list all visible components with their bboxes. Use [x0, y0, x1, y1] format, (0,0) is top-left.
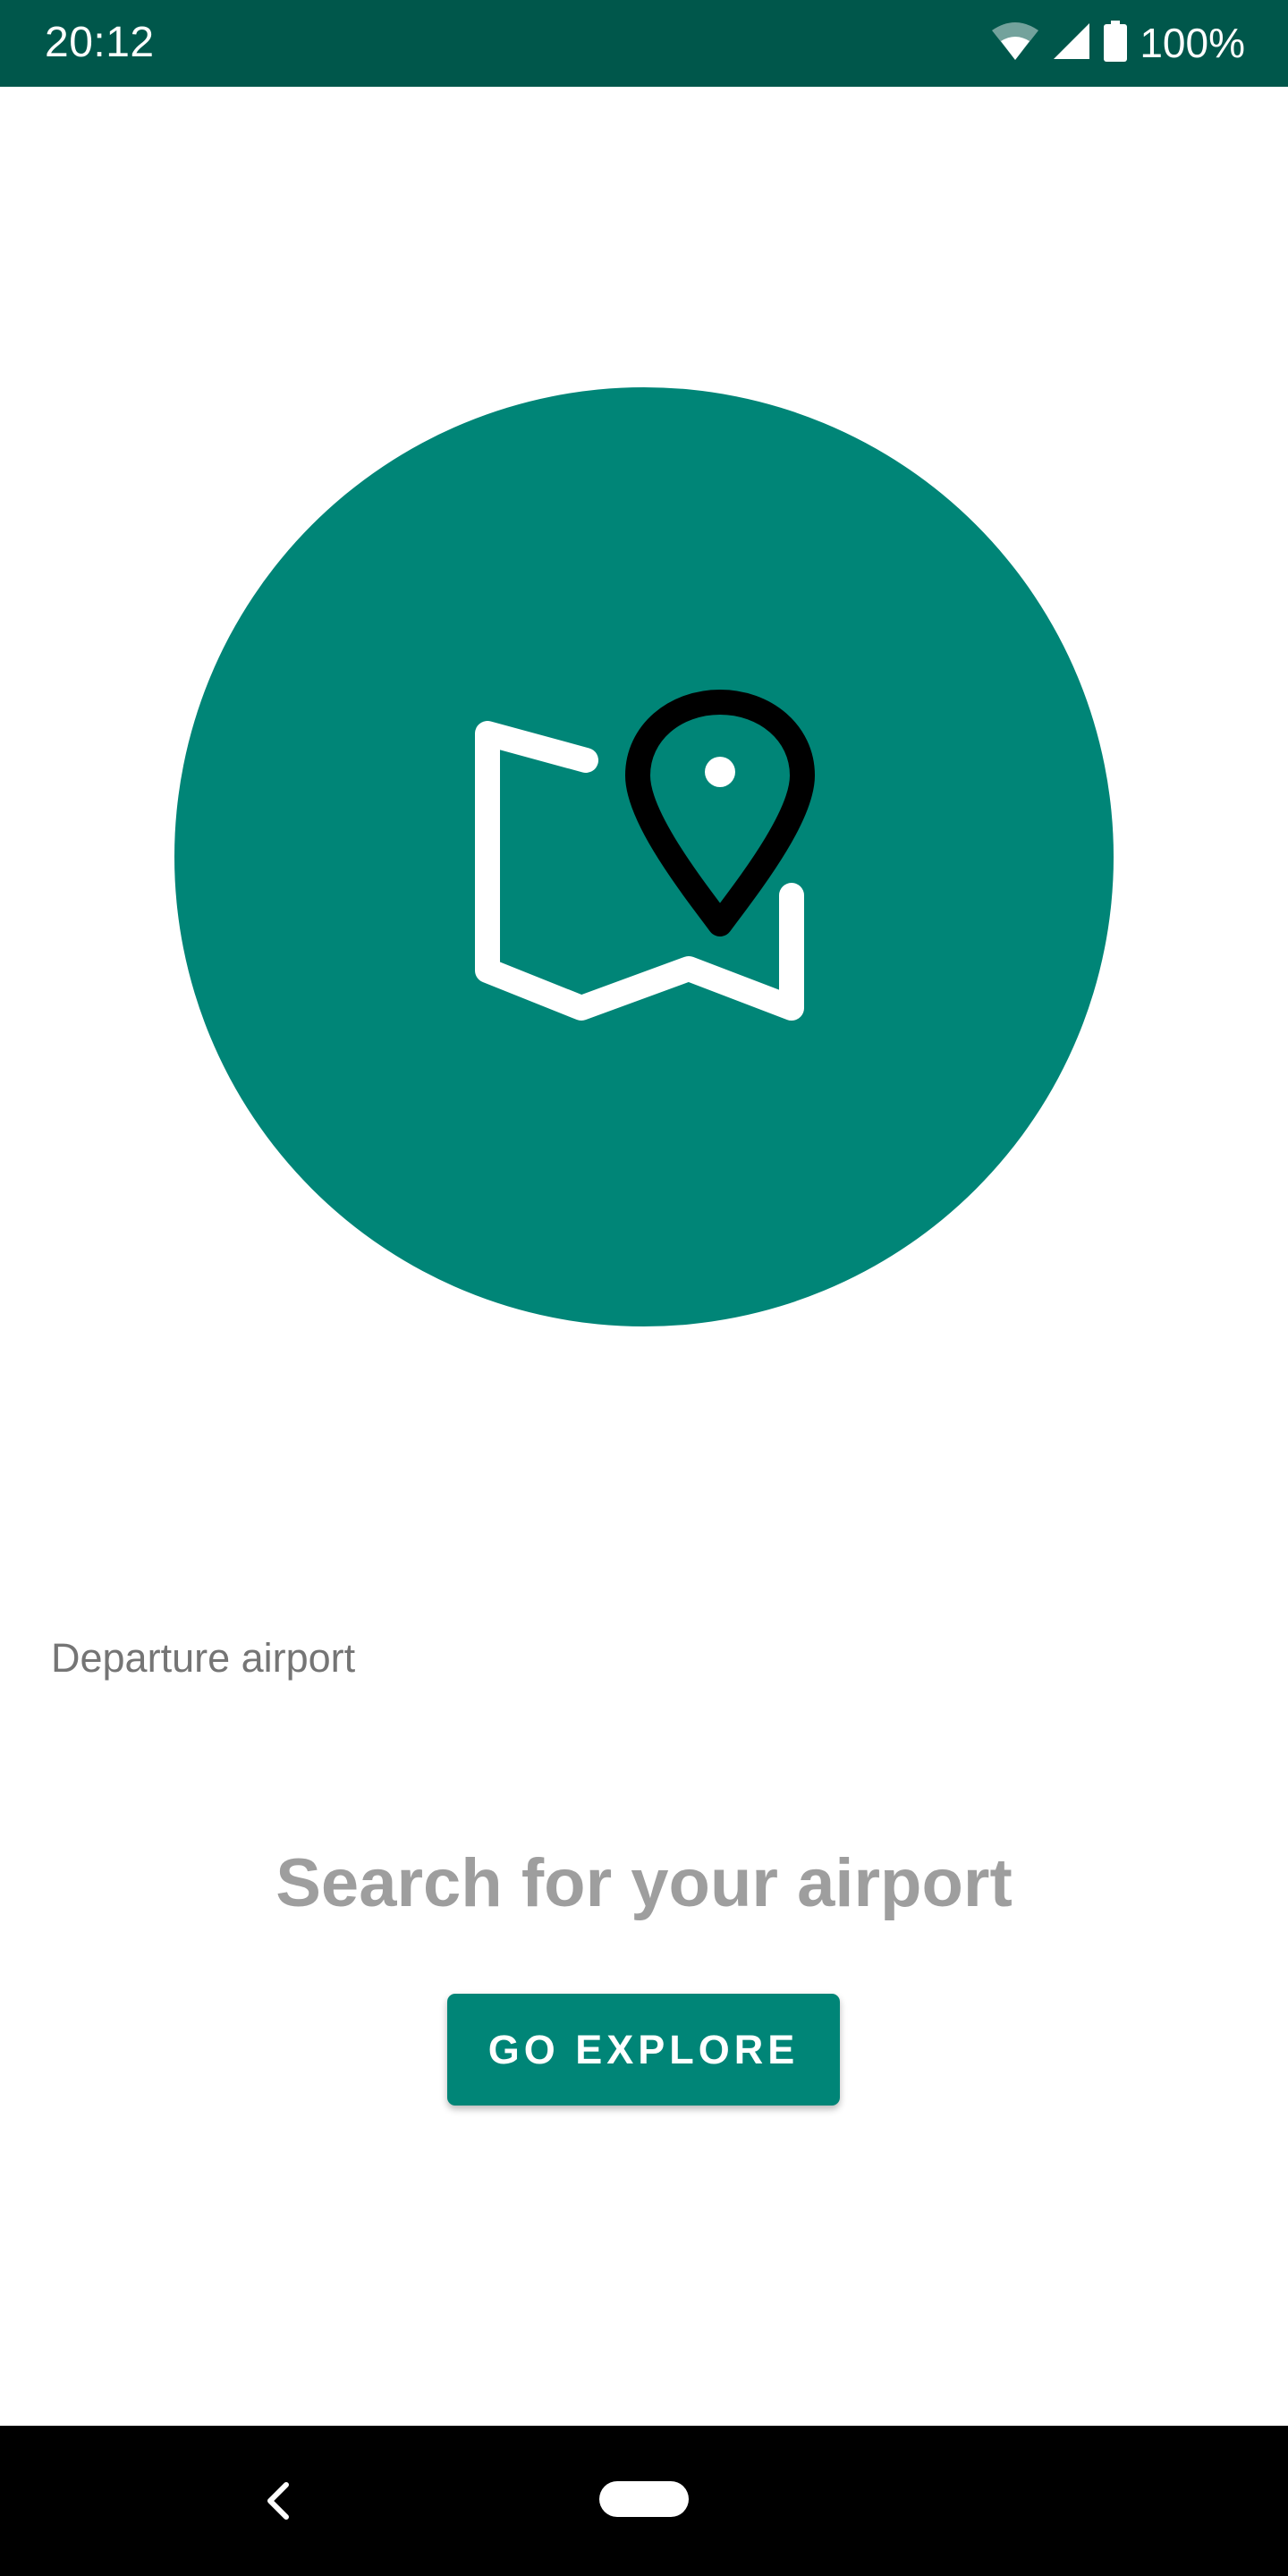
battery-icon [1104, 20, 1128, 66]
map-pin-icon [475, 690, 815, 1021]
signal-icon [1052, 21, 1091, 65]
home-pill-icon[interactable] [599, 2481, 689, 2517]
departure-airport-label: Departure airport [51, 1635, 356, 1681]
battery-percentage: 100% [1140, 20, 1245, 66]
status-bar: 20:12 100% [0, 0, 1288, 87]
empty-state-title: Search for your airport [275, 1845, 1013, 1921]
wifi-icon [991, 21, 1039, 65]
back-icon[interactable] [259, 2478, 295, 2524]
app-screen: 20:12 100% Departure airport Search for … [0, 0, 1288, 2576]
go-explore-button[interactable]: GO EXPLORE [447, 1994, 840, 2106]
navigation-bar [0, 2426, 1288, 2576]
status-time: 20:12 [45, 19, 155, 66]
status-icons: 100% [991, 20, 1245, 66]
